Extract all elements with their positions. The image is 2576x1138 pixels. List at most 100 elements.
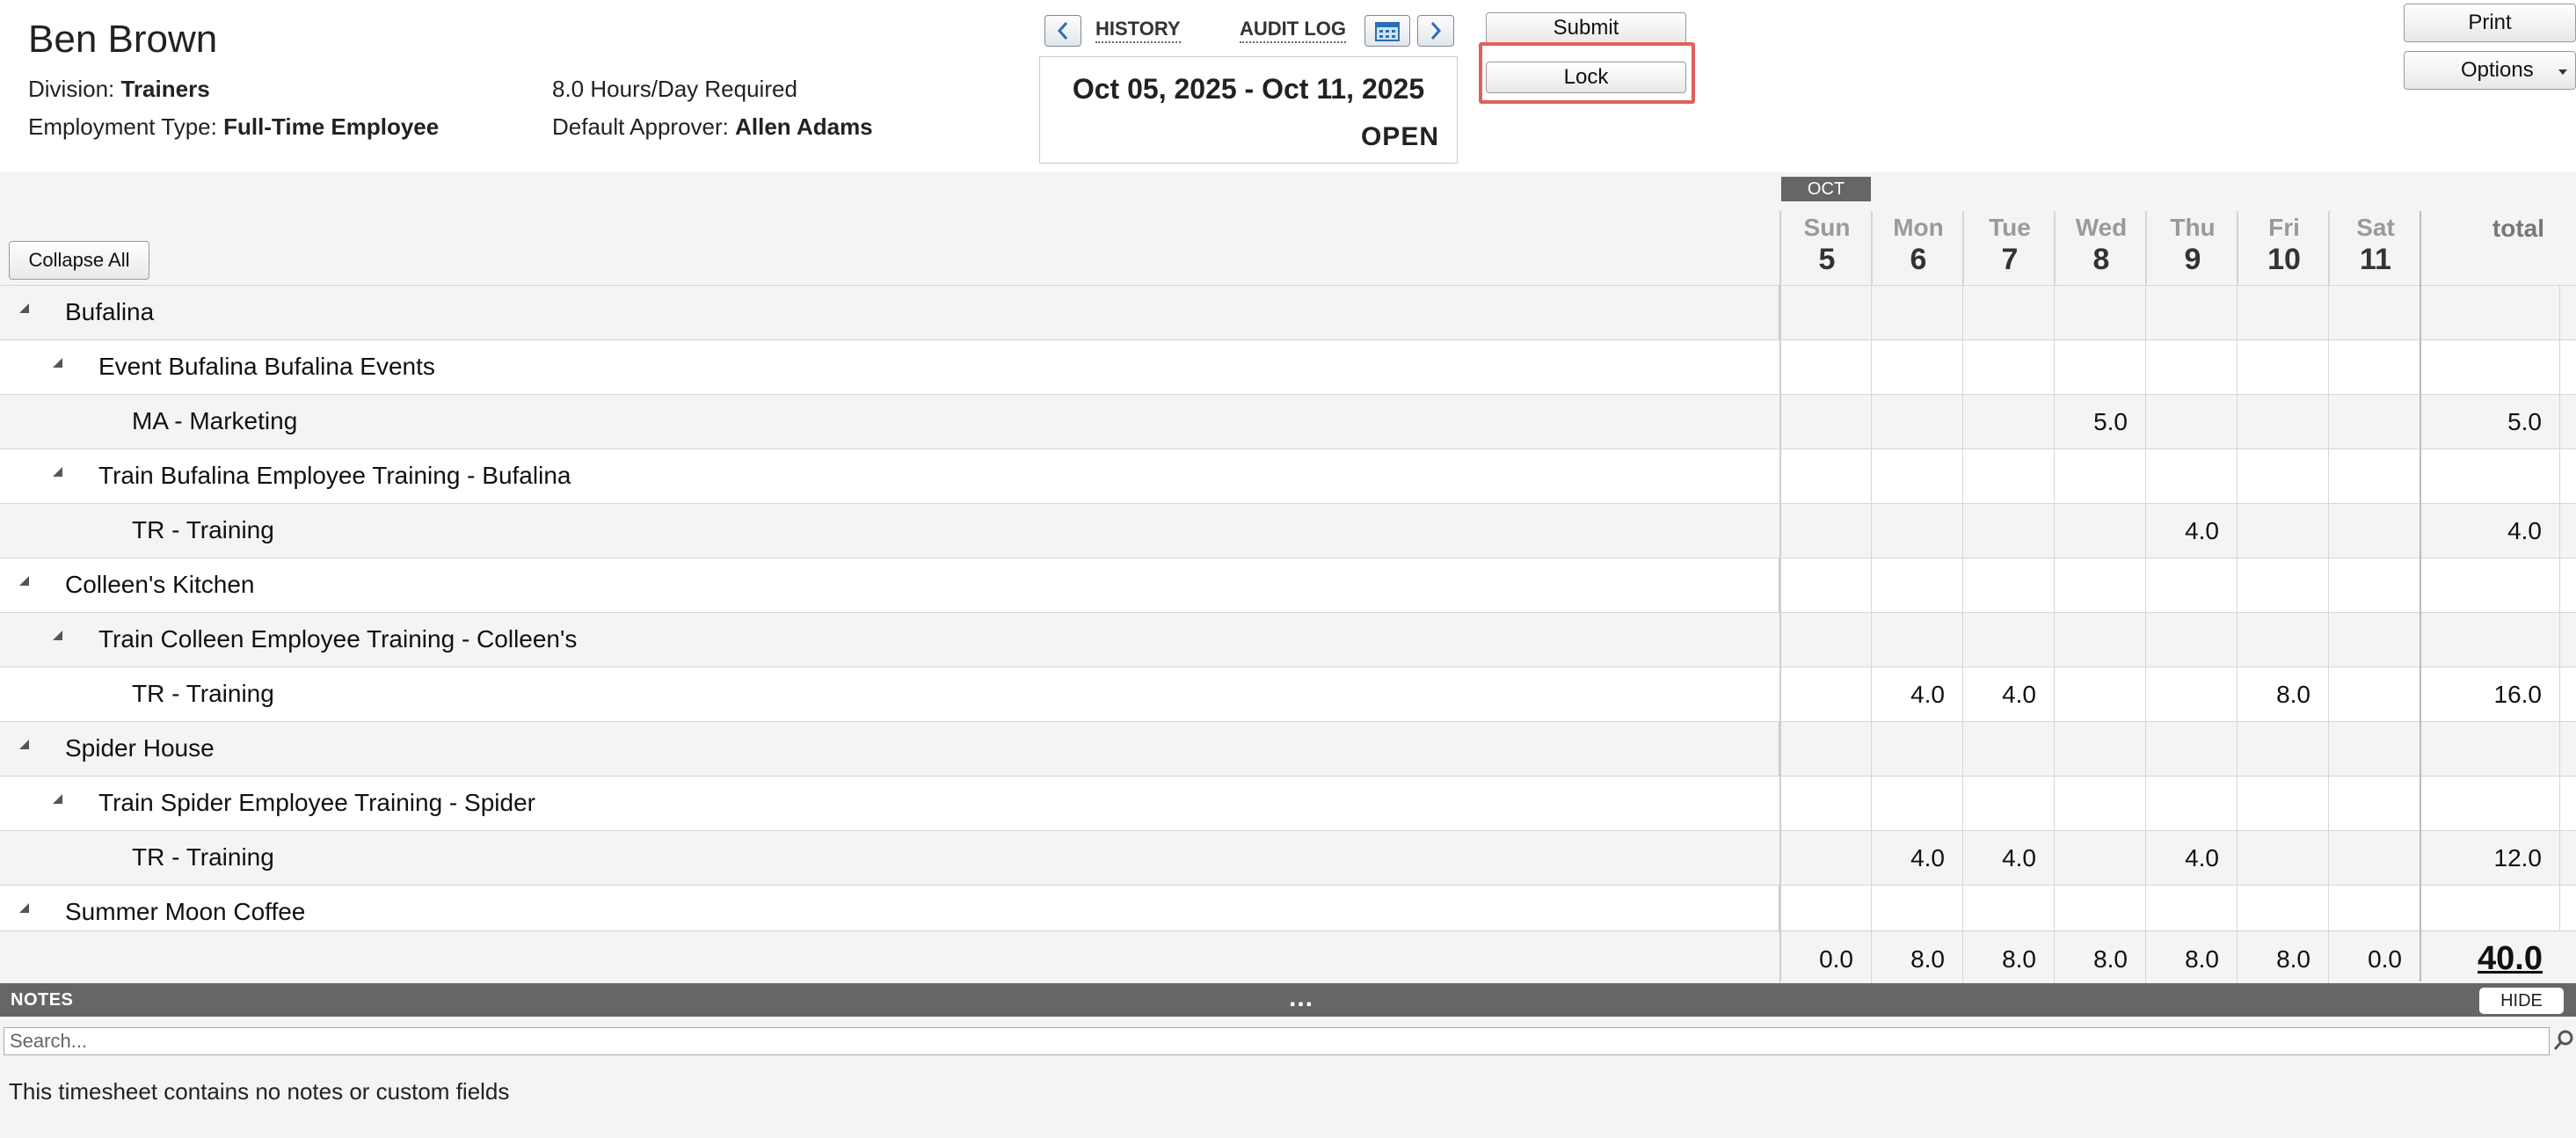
hours-cell[interactable] (1962, 613, 2054, 667)
hours-cell[interactable] (2237, 831, 2328, 886)
submit-button[interactable]: Submit (1486, 12, 1686, 44)
hours-cell[interactable] (2328, 340, 2420, 395)
hours-cell[interactable] (2237, 558, 2328, 613)
hours-cell[interactable] (1871, 504, 1962, 558)
hours-cell[interactable] (1871, 449, 1962, 504)
hours-cell[interactable] (2328, 667, 2420, 722)
hours-cell[interactable] (2328, 504, 2420, 558)
hours-cell[interactable] (2328, 286, 2420, 340)
hours-cell[interactable] (2237, 449, 2328, 504)
calendar-button[interactable] (1364, 15, 1410, 47)
expand-toggle-icon[interactable] (19, 903, 29, 913)
hours-cell[interactable] (1779, 395, 1871, 449)
hours-cell[interactable] (2054, 340, 2145, 395)
hours-cell[interactable] (1779, 504, 1871, 558)
project-row[interactable]: Spider House (0, 721, 2576, 777)
hours-cell[interactable] (1779, 286, 1871, 340)
expand-toggle-icon[interactable] (19, 303, 29, 313)
hours-cell[interactable] (1779, 449, 1871, 504)
entry-row[interactable]: MA - Marketing 5.0 5.0 (0, 394, 2576, 449)
lock-button[interactable]: Lock (1486, 62, 1686, 93)
hours-cell[interactable] (2145, 722, 2237, 777)
hours-cell[interactable] (2054, 831, 2145, 886)
hours-cell[interactable] (2328, 449, 2420, 504)
hours-cell[interactable] (1779, 831, 1871, 886)
entry-row[interactable]: TR - Training 4.0 4.0 4.0 12.0 (0, 830, 2576, 886)
hours-cell[interactable] (1962, 286, 2054, 340)
hours-cell[interactable]: 4.0 (1962, 831, 2054, 886)
hours-cell[interactable] (2328, 722, 2420, 777)
hours-cell[interactable] (2054, 722, 2145, 777)
hours-cell[interactable] (1871, 395, 1962, 449)
hours-cell[interactable] (1962, 504, 2054, 558)
hours-cell[interactable] (1871, 777, 1962, 831)
audit-log-link[interactable]: AUDIT LOG (1240, 18, 1346, 43)
history-link[interactable]: HISTORY (1095, 18, 1181, 43)
hours-cell[interactable] (2328, 558, 2420, 613)
hours-cell[interactable] (1871, 613, 1962, 667)
print-button[interactable]: Print (2404, 4, 2576, 42)
hours-cell[interactable] (1779, 722, 1871, 777)
hours-cell[interactable]: 4.0 (1871, 831, 1962, 886)
hours-cell[interactable] (2145, 667, 2237, 722)
hours-cell[interactable] (1871, 558, 1962, 613)
hours-cell[interactable] (2054, 504, 2145, 558)
hours-cell[interactable] (2328, 613, 2420, 667)
hours-cell[interactable] (2237, 504, 2328, 558)
hours-cell[interactable] (2054, 449, 2145, 504)
hours-cell[interactable] (1871, 340, 1962, 395)
hours-cell[interactable] (1962, 777, 2054, 831)
hours-cell[interactable] (2237, 722, 2328, 777)
entry-row[interactable]: TR - Training 4.0 4.0 (0, 503, 2576, 558)
hours-cell[interactable] (2054, 667, 2145, 722)
hours-cell[interactable] (2054, 613, 2145, 667)
hours-cell[interactable]: 4.0 (2145, 504, 2237, 558)
expand-toggle-icon[interactable] (53, 631, 62, 640)
hours-cell[interactable]: 5.0 (2054, 395, 2145, 449)
hours-cell[interactable] (1779, 667, 1871, 722)
hours-cell[interactable]: 4.0 (1871, 667, 1962, 722)
hours-cell[interactable] (2237, 613, 2328, 667)
hours-cell[interactable] (2237, 777, 2328, 831)
expand-toggle-icon[interactable] (53, 794, 62, 804)
hours-cell[interactable] (1962, 340, 2054, 395)
hours-cell[interactable] (2054, 777, 2145, 831)
hours-cell[interactable] (1962, 449, 2054, 504)
hours-cell[interactable] (2145, 449, 2237, 504)
hours-cell[interactable] (2145, 558, 2237, 613)
hours-cell[interactable] (1779, 777, 1871, 831)
task-row[interactable]: Event Bufalina Bufalina Events (0, 339, 2576, 395)
search-icon[interactable] (2553, 1029, 2574, 1054)
expand-toggle-icon[interactable] (53, 358, 62, 368)
next-period-button[interactable] (1417, 15, 1454, 47)
hours-cell[interactable] (2328, 395, 2420, 449)
expand-toggle-icon[interactable] (19, 740, 29, 749)
hours-cell[interactable] (2054, 286, 2145, 340)
project-row[interactable]: Colleen's Kitchen (0, 558, 2576, 613)
entry-row[interactable]: TR - Training 4.0 4.0 8.0 16.0 (0, 667, 2576, 722)
hours-cell[interactable] (2328, 831, 2420, 886)
hours-cell[interactable] (2237, 395, 2328, 449)
hours-cell[interactable] (1871, 286, 1962, 340)
hours-cell[interactable] (1779, 340, 1871, 395)
hours-cell[interactable] (2237, 286, 2328, 340)
hours-cell[interactable] (2145, 340, 2237, 395)
hours-cell[interactable]: 4.0 (1962, 667, 2054, 722)
hours-cell[interactable] (2237, 340, 2328, 395)
expand-toggle-icon[interactable] (53, 467, 62, 477)
hours-cell[interactable] (1962, 558, 2054, 613)
hours-cell[interactable] (1962, 722, 2054, 777)
previous-period-button[interactable] (1044, 15, 1081, 47)
options-button[interactable]: Options (2404, 51, 2576, 90)
hide-notes-button[interactable]: HIDE (2479, 988, 2564, 1014)
hours-cell[interactable] (2328, 777, 2420, 831)
hours-cell[interactable] (1962, 395, 2054, 449)
hours-cell[interactable] (2145, 395, 2237, 449)
expand-toggle-icon[interactable] (19, 576, 29, 586)
hours-cell[interactable] (1871, 722, 1962, 777)
project-row[interactable]: Bufalina (0, 285, 2576, 340)
notes-search-input[interactable] (4, 1027, 2550, 1055)
notes-resize-handle[interactable]: ... (1289, 983, 1313, 1013)
hours-cell[interactable] (2145, 777, 2237, 831)
hours-cell[interactable] (1779, 613, 1871, 667)
